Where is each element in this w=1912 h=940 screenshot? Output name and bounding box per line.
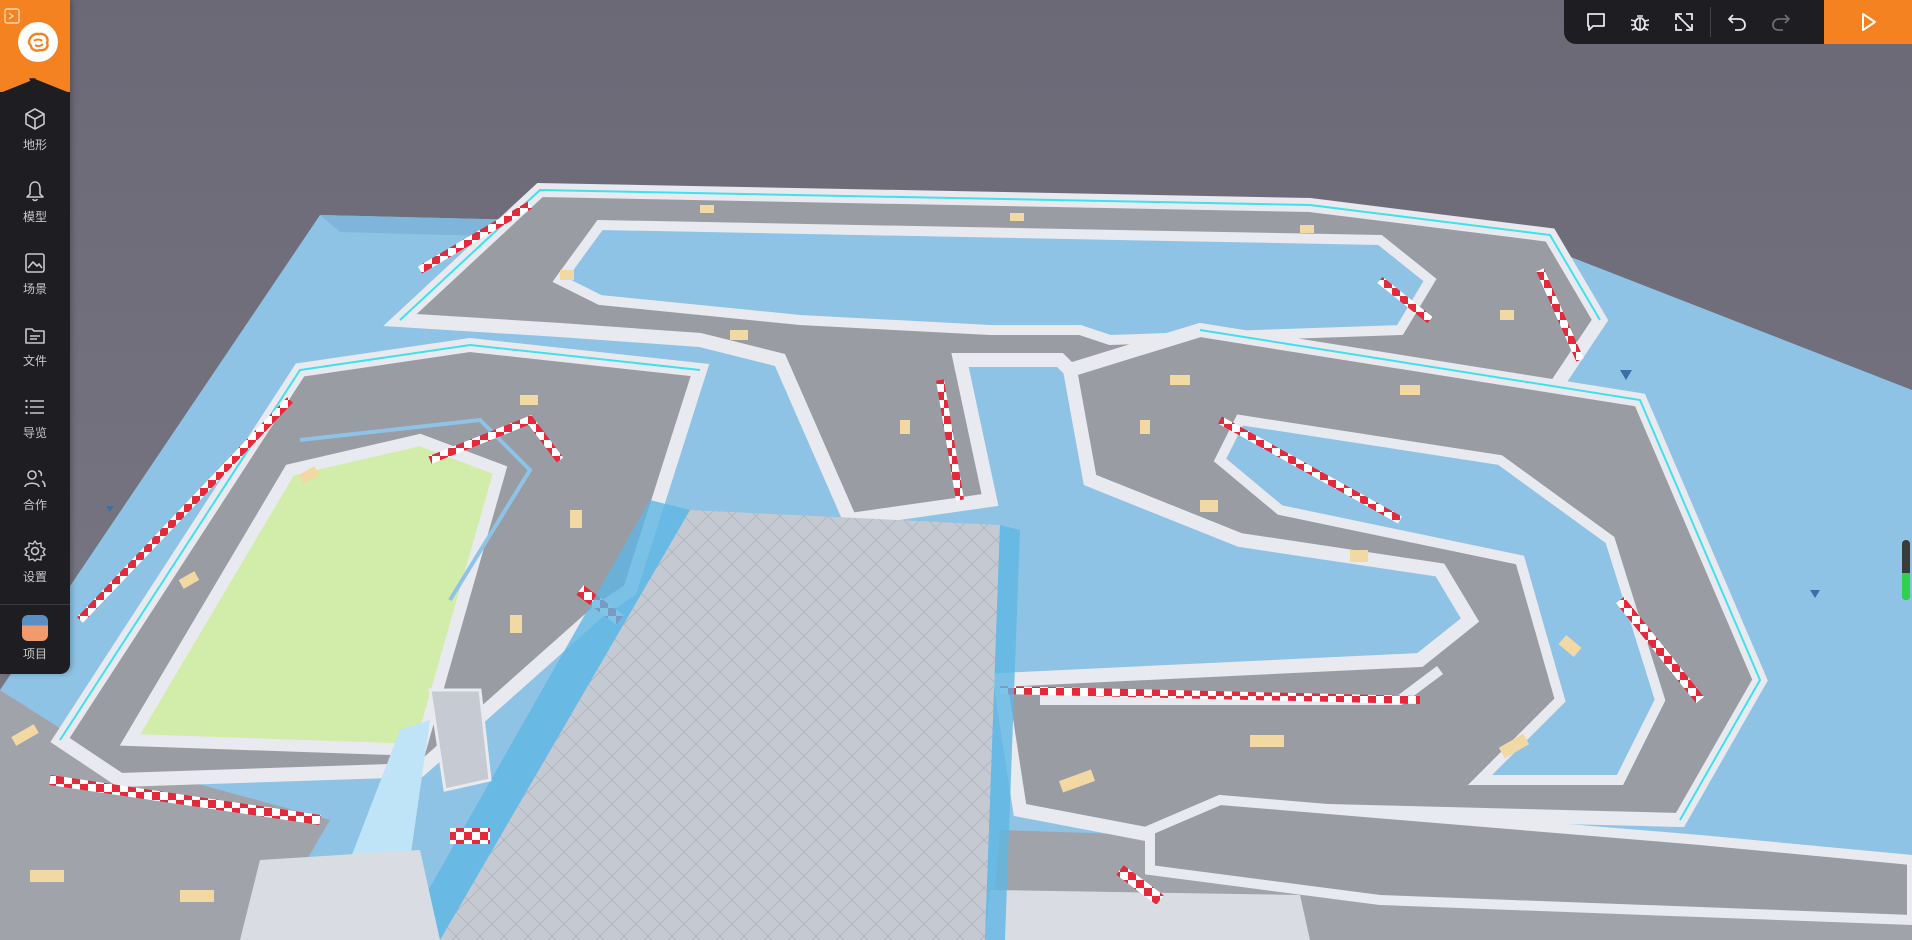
sidebar-item-label: 导览 [22, 426, 47, 440]
sidebar-item-scene[interactable]: 场景 [0, 242, 70, 304]
sidebar-item-label: 模型 [22, 210, 47, 224]
comment-button[interactable] [1574, 0, 1618, 44]
bell-icon [26, 181, 44, 202]
sidebar-item-model[interactable]: 模型 [0, 170, 70, 232]
toolbar-divider [1710, 7, 1711, 37]
expand-button[interactable] [1662, 0, 1706, 44]
sidebar-item-label: 设置 [22, 570, 47, 584]
undo-button[interactable] [1715, 0, 1759, 44]
bug-icon [1630, 15, 1650, 31]
sidebar-item-label: 场景 [22, 282, 47, 296]
brain-logo-icon [18, 22, 58, 62]
list-icon [25, 399, 44, 415]
sidebar-item-collab[interactable]: 合作 [0, 458, 70, 520]
sidebar-item-settings[interactable]: 设置 [0, 530, 70, 592]
sidebar-item-label: 项目 [22, 647, 47, 661]
sidebar-item-project[interactable]: 项目 [0, 604, 70, 673]
sidebar-item-terrain[interactable]: 地形 [0, 98, 70, 160]
app-logo[interactable]: ▼ [0, 0, 70, 93]
3d-viewport[interactable] [0, 0, 1912, 940]
sidebar-item-files[interactable]: 文件 [0, 314, 70, 376]
sidebar-item-label: 文件 [22, 354, 47, 368]
play-button[interactable] [1824, 0, 1912, 44]
top-toolbar [1564, 0, 1912, 44]
left-sidebar: ▼ 地形 模型 场景 文件 导览 合作 设置 项目 [0, 0, 70, 674]
race-track-scene [0, 0, 1912, 940]
sidebar-item-label: 地形 [22, 138, 47, 152]
panel-toggle-icon[interactable] [4, 8, 20, 24]
debug-button[interactable] [1618, 0, 1662, 44]
side-gauge [1902, 540, 1910, 600]
sidebar-item-navigator[interactable]: 导览 [0, 386, 70, 448]
project-avatar [22, 615, 48, 641]
cube-icon [25, 108, 45, 130]
redo-icon [1772, 14, 1790, 31]
gear-icon [24, 540, 46, 562]
folder-icon [25, 328, 45, 344]
image-icon [25, 253, 45, 273]
undo-icon [1728, 14, 1746, 31]
expand-icon [1675, 13, 1693, 31]
sidebar-item-label: 合作 [22, 498, 47, 512]
comment-icon [1587, 13, 1605, 31]
redo-button[interactable] [1759, 0, 1803, 44]
play-icon [1862, 13, 1876, 31]
side-gauge-fill [1902, 573, 1910, 600]
users-icon [24, 470, 46, 488]
